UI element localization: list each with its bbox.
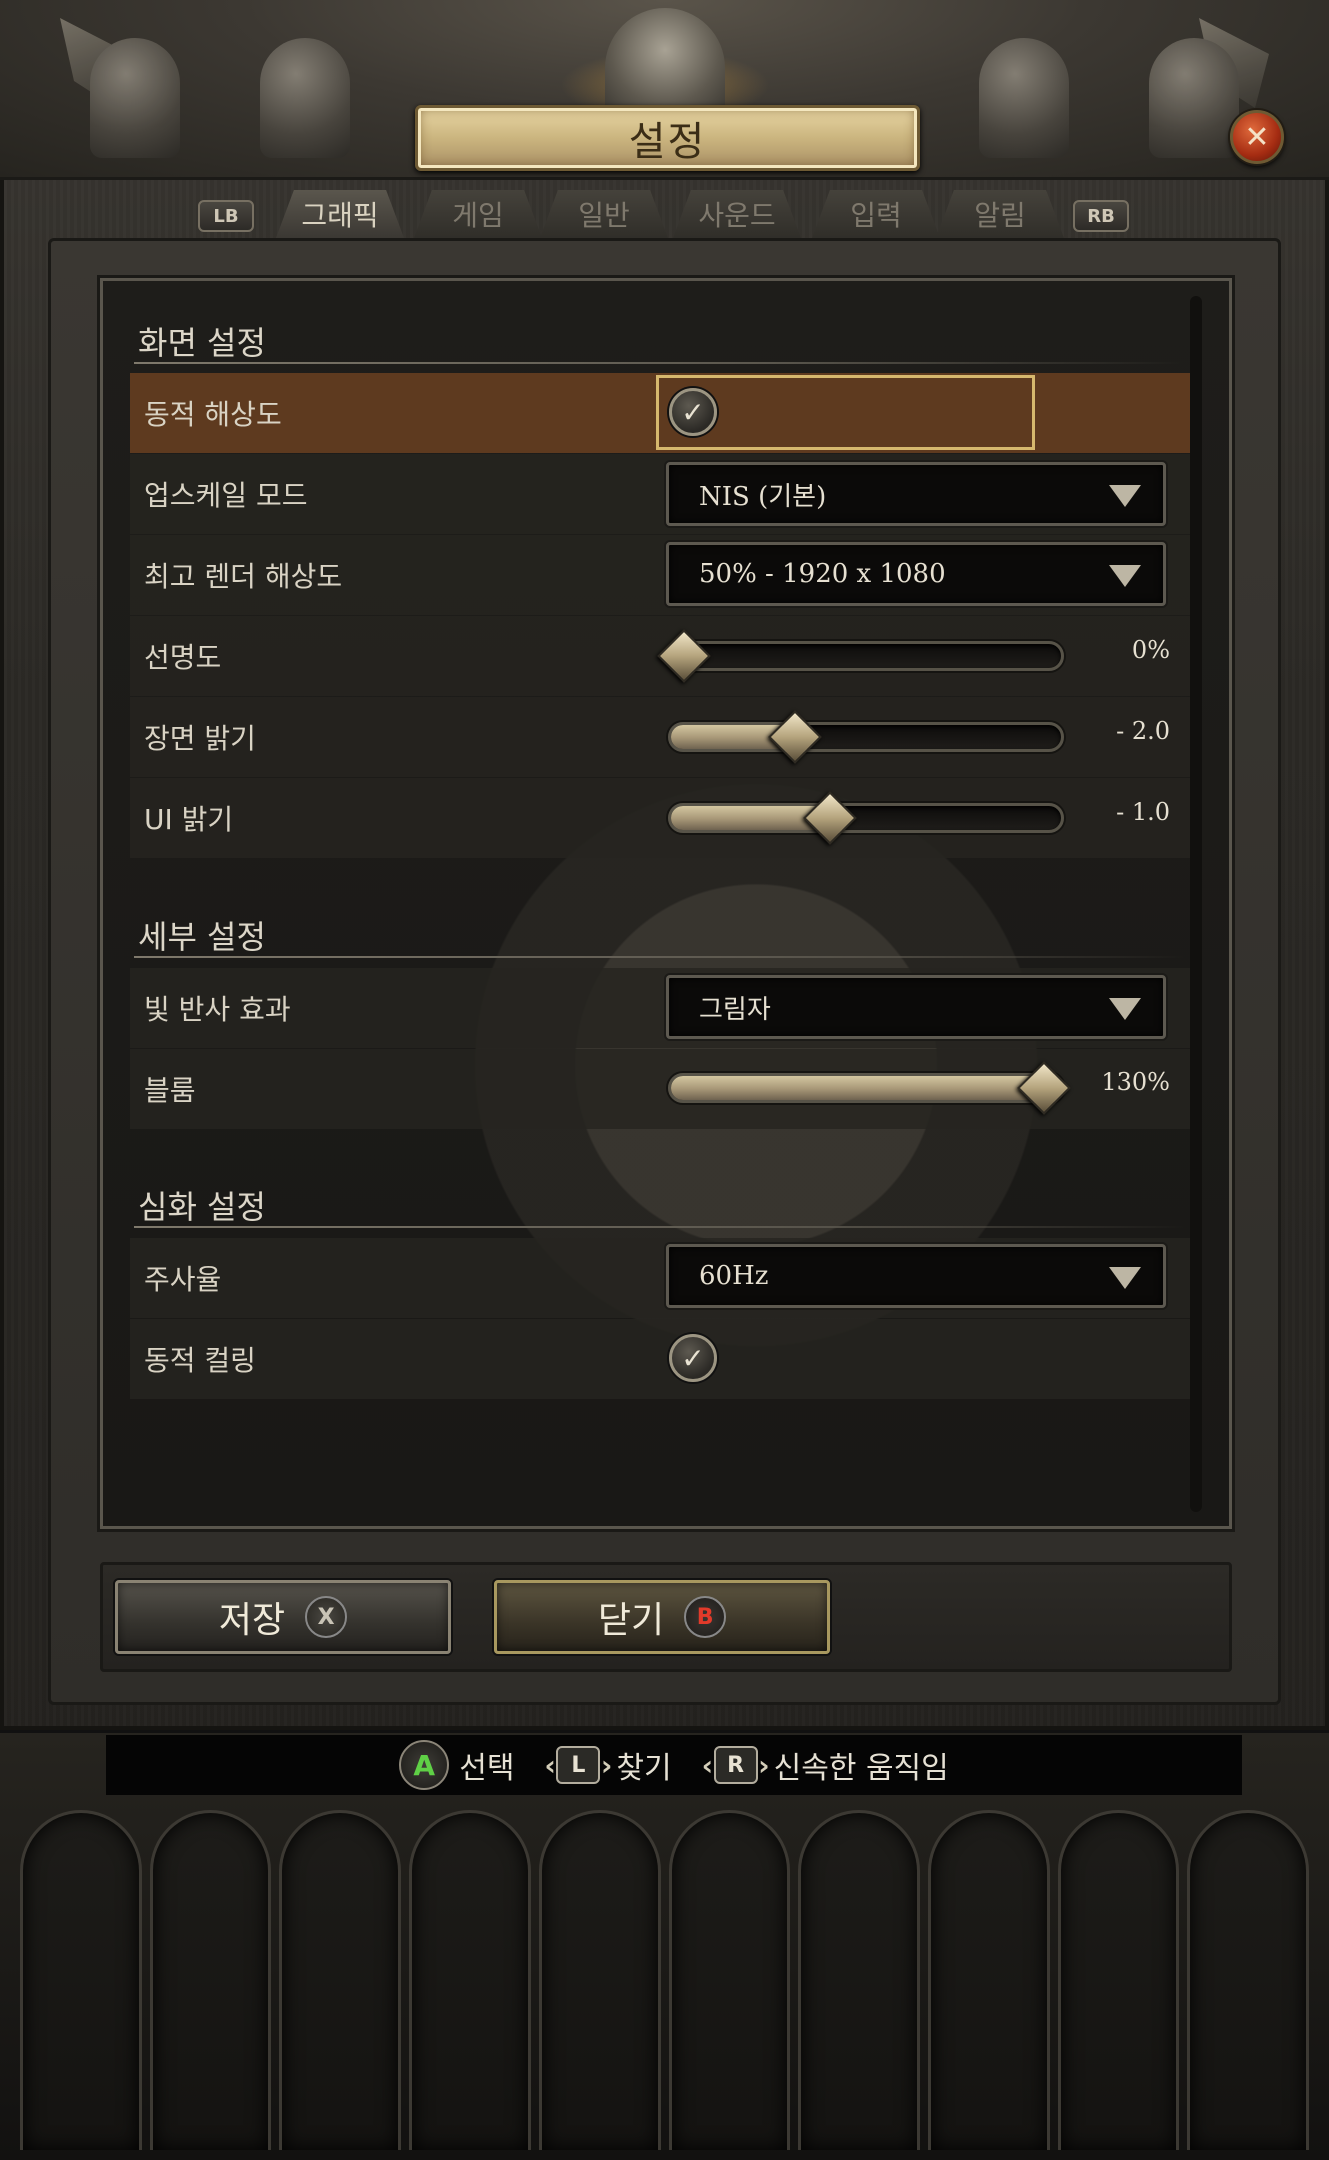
list-scrollbar[interactable] (1190, 296, 1202, 1512)
tab-graphics[interactable]: 그래픽 (276, 190, 404, 238)
max-render-resolution-dropdown[interactable]: 50% - 1920 x 1080 (666, 542, 1166, 606)
section-title-advanced: 심화 설정 (138, 1188, 266, 1226)
chevron-down-icon (1109, 998, 1141, 1020)
arch-ornament (149, 1810, 272, 2150)
setting-label: UI 밝기 (144, 803, 234, 836)
section-title-detail: 세부 설정 (138, 918, 266, 956)
right-bumper-hint[interactable]: RB (1073, 200, 1129, 232)
page-title: 설정 (628, 119, 707, 165)
save-button[interactable]: 저장 X (115, 1580, 451, 1654)
arch-ornament (668, 1810, 791, 2150)
ui-brightness-value: - 1.0 (1116, 798, 1170, 826)
tab-notifications[interactable]: 알림 (936, 190, 1064, 238)
arch-ornament (798, 1810, 920, 2150)
tab-general[interactable]: 일반 (540, 190, 668, 238)
dropdown-value: 60Hz (699, 1261, 769, 1291)
arch-ornament (538, 1810, 661, 2150)
section-divider (134, 362, 1184, 364)
setting-label: 동적 해상도 (144, 398, 282, 431)
refresh-rate-dropdown[interactable]: 60Hz (666, 1244, 1166, 1308)
setting-label: 업스케일 모드 (144, 479, 308, 512)
griffin-statue-icon (60, 18, 210, 168)
close-icon[interactable]: ✕ (1230, 110, 1284, 164)
reflections-dropdown[interactable]: 그림자 (666, 975, 1166, 1039)
dropdown-value: 그림자 (699, 994, 771, 1025)
chevron-down-icon (1109, 565, 1141, 587)
controller-hints-bar: A 선택 L 찾기 R 신속한 움직임 (106, 1735, 1242, 1795)
hint-label: 선택 (459, 1751, 515, 1786)
sharpness-slider[interactable] (668, 641, 1064, 671)
x-button-icon: X (305, 1596, 348, 1638)
warrior-statue-icon (230, 18, 380, 168)
arch-ornament (927, 1810, 1050, 2150)
dropdown-value: NIS (기본) (699, 481, 827, 512)
setting-row-dynamic-culling[interactable]: 동적 컬링 (130, 1319, 1190, 1399)
scene-brightness-value: - 2.0 (1116, 717, 1170, 745)
bloom-slider[interactable] (668, 1073, 1064, 1103)
setting-label: 장면 밝기 (144, 722, 256, 755)
section-divider (134, 1226, 1184, 1228)
arch-ornament (409, 1810, 531, 2150)
tab-sound[interactable]: 사운드 (673, 190, 801, 238)
hint-select: A 선택 (399, 1740, 514, 1790)
tab-input[interactable]: 입력 (812, 190, 940, 238)
setting-label: 빛 반사 효과 (144, 993, 291, 1026)
arch-ornament (20, 1810, 142, 2150)
section-title-display: 화면 설정 (138, 324, 266, 362)
close-button[interactable]: 닫기 B (494, 1580, 830, 1654)
dynamic-resolution-checkbox[interactable]: ✓ (669, 388, 717, 436)
chevron-down-icon (1109, 485, 1141, 507)
arch-ornament (279, 1810, 402, 2150)
upscale-mode-dropdown[interactable]: NIS (기본) (666, 462, 1166, 526)
a-button-icon: A (399, 1740, 450, 1790)
hint-fast-move: R 신속한 움직임 (702, 1743, 949, 1787)
hint-label: 신속한 움직임 (773, 1751, 949, 1786)
left-bumper-hint[interactable]: LB (198, 200, 254, 232)
bloom-value: 130% (1101, 1068, 1170, 1096)
setting-label: 동적 컬링 (144, 1344, 256, 1377)
setting-label: 주사율 (144, 1263, 222, 1296)
sharpness-value: 0% (1131, 636, 1170, 664)
arch-ornament (1057, 1810, 1180, 2150)
right-stick-icon: R (702, 1746, 770, 1784)
b-button-icon: B (684, 1596, 727, 1638)
setting-label: 선명도 (144, 641, 222, 674)
close-button-label: 닫기 (597, 1600, 665, 1641)
hint-find: L 찾기 (544, 1743, 672, 1787)
ui-brightness-slider[interactable] (668, 803, 1064, 833)
left-stick-icon: L (544, 1746, 612, 1784)
scene-brightness-slider[interactable] (668, 722, 1064, 752)
warrior-statue-icon (949, 18, 1099, 168)
section-divider (134, 956, 1184, 958)
hint-label: 찾기 (616, 1751, 672, 1786)
save-button-label: 저장 (218, 1600, 286, 1641)
arch-ornament (1187, 1810, 1310, 2150)
dropdown-value: 50% - 1920 x 1080 (699, 559, 946, 589)
setting-label: 최고 렌더 해상도 (144, 560, 343, 593)
gothic-arches (20, 1810, 1310, 2150)
setting-label: 블룸 (144, 1074, 196, 1107)
tab-game[interactable]: 게임 (414, 190, 542, 238)
dynamic-culling-checkbox[interactable]: ✓ (669, 1334, 717, 1382)
slider-fill (671, 1076, 1042, 1100)
title-plate: 설정 (415, 105, 920, 171)
chevron-down-icon (1109, 1267, 1141, 1289)
